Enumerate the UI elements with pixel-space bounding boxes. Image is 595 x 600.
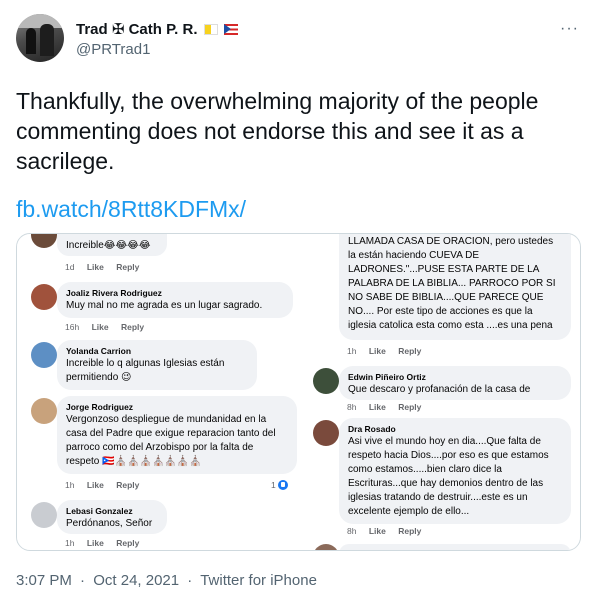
display-name[interactable]: Trad ✠ Cath P. R. bbox=[76, 20, 198, 38]
reaction-count[interactable]: 1 bbox=[271, 480, 288, 490]
commenter-avatar bbox=[31, 234, 57, 248]
reply-link[interactable]: Reply bbox=[398, 402, 421, 412]
comment-bubble: LLAMADA CASA DE ORACION, pero ustedes la… bbox=[339, 234, 571, 340]
comment-time: 1h bbox=[65, 538, 75, 548]
commenter-avatar bbox=[313, 544, 339, 550]
tweet-media-image[interactable]: Increible😂😂😂😂 1d Like Reply Joaliz River… bbox=[16, 233, 581, 551]
comment-bubble: Jorge Rodriguez Vergonzoso despliegue de… bbox=[57, 396, 297, 474]
comment-actions: 1d Like Reply bbox=[65, 262, 149, 272]
user-handle[interactable]: @PRTrad1 bbox=[76, 41, 150, 58]
like-link[interactable]: Like bbox=[369, 526, 386, 536]
comment-author[interactable]: Lebasi Gonzalez bbox=[66, 505, 158, 517]
vatican-flag-icon bbox=[203, 23, 218, 35]
comment-actions: 1h Like Reply bbox=[65, 538, 149, 548]
comment-text: Perdónanos, Señor bbox=[66, 518, 153, 529]
puerto-rico-flag-icon bbox=[223, 23, 238, 35]
comment-author[interactable]: Jorge Rodriguez bbox=[66, 401, 288, 413]
avatar-figure bbox=[26, 28, 36, 54]
commenter-avatar bbox=[31, 502, 57, 528]
comment-text: Vergonzoso despliegue de mundanidad en l… bbox=[66, 414, 276, 467]
comment-time: 8h bbox=[347, 402, 357, 412]
comment-author[interactable]: Edwin Piñeiro Ortiz bbox=[348, 371, 562, 383]
comment-author[interactable]: Yolanda Carrion bbox=[66, 345, 248, 357]
comment-actions: 1h Like Reply bbox=[65, 480, 149, 490]
user-avatar[interactable] bbox=[16, 14, 64, 62]
comment-text: Que descaro y profanación de la casa de bbox=[348, 384, 531, 395]
commenter-avatar bbox=[313, 420, 339, 446]
comment-bubble: Dra Rosado Asi vive el mundo hoy en dia.… bbox=[339, 418, 571, 524]
comment-bubble: Edwin Piñeiro Ortiz Que descaro y profan… bbox=[339, 366, 571, 400]
comment-time: 1d bbox=[65, 262, 75, 272]
comment-author[interactable]: Joaliz Rivera Rodriguez bbox=[66, 287, 284, 299]
reaction-number: 1 bbox=[271, 480, 276, 490]
comment-actions: 16h Like Reply bbox=[65, 322, 154, 332]
commenter-avatar bbox=[31, 398, 57, 424]
comment-time: 1h bbox=[65, 480, 75, 490]
reply-link[interactable]: Reply bbox=[398, 346, 421, 356]
tweet-date[interactable]: Oct 24, 2021 bbox=[93, 572, 179, 589]
separator: · bbox=[187, 572, 193, 589]
like-link[interactable]: Like bbox=[87, 538, 104, 548]
comment-text: Increible😂😂😂😂 bbox=[66, 240, 151, 251]
comment-text: LLAMADA CASA DE ORACION, pero ustedes la… bbox=[348, 236, 556, 331]
comment-text: Asi vive el mundo hoy en dia....Que falt… bbox=[348, 436, 549, 517]
tweet-time[interactable]: 3:07 PM bbox=[16, 572, 72, 589]
tweet-footer: 3:07 PM · Oct 24, 2021 · Twitter for iPh… bbox=[16, 572, 321, 589]
separator: · bbox=[80, 572, 86, 589]
comment-text: Muy mal no me agrada es un lugar sagrado… bbox=[66, 300, 263, 311]
name-row: Trad ✠ Cath P. R. bbox=[76, 20, 238, 38]
tweet-link[interactable]: fb.watch/8Rtt8KDFMx/ bbox=[16, 196, 246, 223]
like-link[interactable]: Like bbox=[369, 402, 386, 412]
like-link[interactable]: Like bbox=[369, 346, 386, 356]
tweet-source[interactable]: Twitter for iPhone bbox=[200, 572, 317, 589]
reply-link[interactable]: Reply bbox=[116, 538, 139, 548]
commenter-avatar bbox=[31, 284, 57, 310]
tweet-text: Thankfully, the overwhelming majority of… bbox=[16, 88, 539, 174]
comments-column-left: Increible😂😂😂😂 1d Like Reply Joaliz River… bbox=[17, 234, 313, 550]
commenter-avatar bbox=[31, 342, 57, 368]
comment-time: 16h bbox=[65, 322, 80, 332]
comment-bubble bbox=[339, 544, 571, 550]
comment-author[interactable]: Dra Rosado bbox=[348, 423, 562, 435]
comment-time: 1h bbox=[347, 346, 357, 356]
comment-bubble: Joaliz Rivera Rodriguez Muy mal no me ag… bbox=[57, 282, 293, 318]
like-link[interactable]: Like bbox=[87, 262, 104, 272]
comment-bubble: Lebasi Gonzalez Perdónanos, Señor bbox=[57, 500, 167, 534]
reply-link[interactable]: Reply bbox=[116, 480, 139, 490]
more-options-icon[interactable]: ··· bbox=[560, 20, 579, 38]
like-link[interactable]: Like bbox=[92, 322, 109, 332]
comment-bubble: Increible😂😂😂😂 bbox=[57, 234, 167, 256]
comments-column-right: LLAMADA CASA DE ORACION, pero ustedes la… bbox=[313, 234, 580, 550]
like-link[interactable]: Like bbox=[87, 480, 104, 490]
reply-link[interactable]: Reply bbox=[116, 262, 139, 272]
comment-time: 8h bbox=[347, 526, 357, 536]
comment-bubble: Yolanda Carrion Increible lo q algunas I… bbox=[57, 340, 257, 390]
tweet-header: Trad ✠ Cath P. R. @PRTrad1 ··· bbox=[16, 14, 579, 66]
comment-text: Increible lo q algunas Iglesias están pe… bbox=[66, 358, 225, 383]
comment-actions: 8h Like Reply bbox=[347, 526, 431, 536]
reply-link[interactable]: Reply bbox=[121, 322, 144, 332]
comment-actions: 1h Like Reply bbox=[347, 346, 431, 356]
avatar-figure bbox=[40, 24, 54, 56]
like-reaction-icon bbox=[277, 480, 288, 490]
commenter-avatar bbox=[313, 368, 339, 394]
reply-link[interactable]: Reply bbox=[398, 526, 421, 536]
comment-actions: 8h Like Reply bbox=[347, 402, 431, 412]
